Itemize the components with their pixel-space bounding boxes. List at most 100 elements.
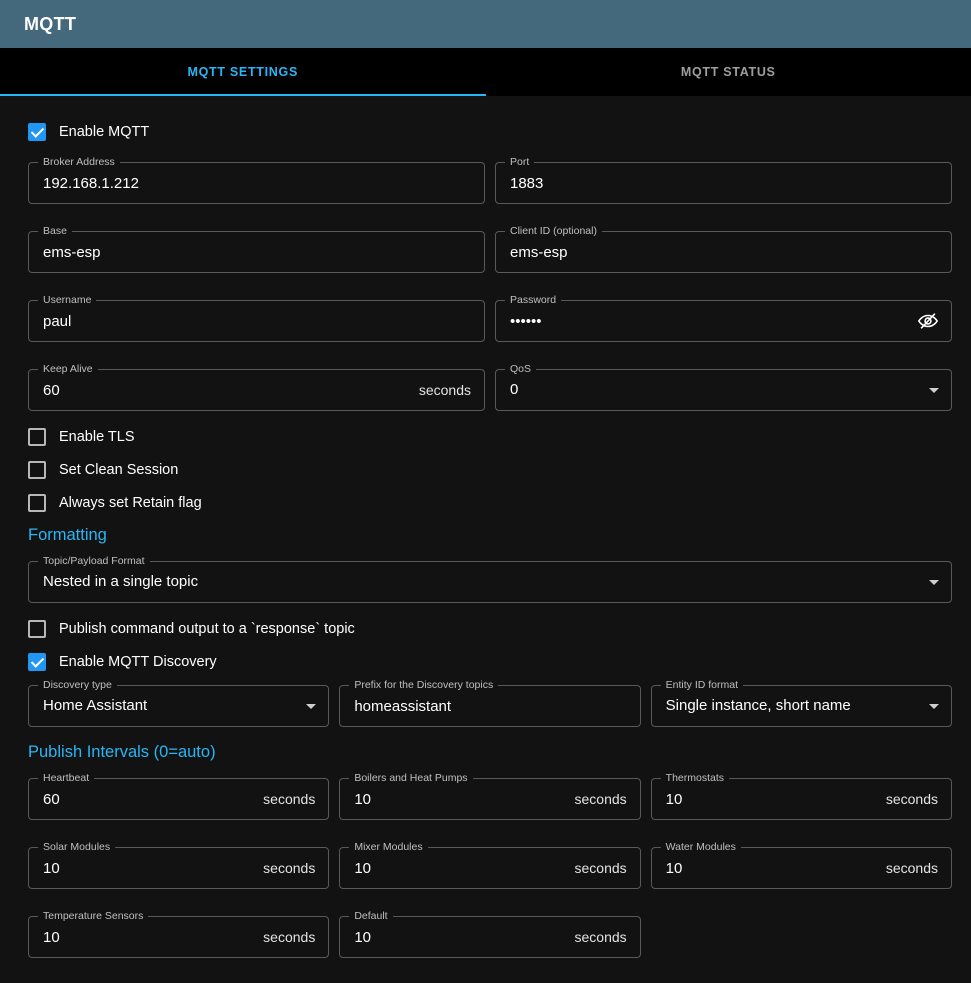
qos-select[interactable]: QoS 0 [495,369,952,411]
enable-tls-checkbox-row[interactable]: Enable TLS [28,427,952,447]
thermostats-field[interactable]: Thermostats seconds [651,778,952,820]
topic-format-select[interactable]: Topic/Payload Format Nested in a single … [28,561,952,603]
keepalive-qos-row: Keep Alive seconds QoS 0 [28,369,952,411]
checkbox-label: Set Clean Session [59,462,178,478]
tab-label: MQTT STATUS [681,65,776,79]
checkbox-icon[interactable] [28,428,46,446]
checkbox-label: Enable TLS [59,429,135,445]
tab-mqtt-status[interactable]: MQTT STATUS [486,48,971,96]
broker-address-field[interactable]: Broker Address [28,162,485,204]
solar-modules-field[interactable]: Solar Modules seconds [28,847,329,889]
field-label: Entity ID format [661,679,743,692]
field-label: Default [349,910,392,923]
visibility-off-icon[interactable] [915,308,941,334]
checkbox-icon[interactable] [28,461,46,479]
app-header: MQTT [0,0,971,48]
base-input[interactable] [29,232,484,272]
checkbox-label: Enable MQTT Discovery [59,654,217,670]
thermostats-input[interactable] [652,779,951,819]
field-label: Keep Alive [38,363,98,376]
chevron-down-icon [929,704,939,709]
checkbox-icon[interactable] [28,494,46,512]
field-label: Topic/Payload Format [38,555,150,568]
port-input[interactable] [496,163,951,203]
field-label: Client ID (optional) [505,225,602,238]
retain-flag-checkbox-row[interactable]: Always set Retain flag [28,493,952,513]
base-field[interactable]: Base [28,231,485,273]
tab-bar: MQTT SETTINGS MQTT STATUS [0,48,971,96]
chevron-down-icon [929,580,939,585]
field-label: Boilers and Heat Pumps [349,772,472,785]
topic-format-row: Topic/Payload Format Nested in a single … [28,561,952,603]
username-input[interactable] [29,301,484,341]
keep-alive-input[interactable] [29,370,484,410]
checkbox-icon[interactable] [28,653,46,671]
tab-mqtt-settings[interactable]: MQTT SETTINGS [0,48,486,96]
field-label: Heartbeat [38,772,94,785]
password-input[interactable] [496,301,951,341]
discovery-prefix-field[interactable]: Prefix for the Discovery topics [339,685,640,727]
discovery-prefix-input[interactable] [340,686,639,726]
field-label: Prefix for the Discovery topics [349,679,498,692]
password-field[interactable]: Password [495,300,952,342]
select-value: 0 [496,370,951,410]
temperature-sensors-field[interactable]: Temperature Sensors seconds [28,916,329,958]
mixer-modules-input[interactable] [340,848,639,888]
default-interval-input[interactable] [340,917,639,957]
publish-response-checkbox-row[interactable]: Publish command output to a `response` t… [28,619,952,639]
credentials-row: Username Password [28,300,952,342]
field-label: Port [505,156,534,169]
heartbeat-input[interactable] [29,779,328,819]
checkbox-icon[interactable] [28,123,46,141]
boilers-field[interactable]: Boilers and Heat Pumps seconds [339,778,640,820]
formatting-section-title: Formatting [28,526,952,545]
broker-address-input[interactable] [29,163,484,203]
keep-alive-field[interactable]: Keep Alive seconds [28,369,485,411]
mixer-modules-field[interactable]: Mixer Modules seconds [339,847,640,889]
chevron-down-icon [306,704,316,709]
field-label: Mixer Modules [349,841,427,854]
enable-mqtt-checkbox-row[interactable]: Enable MQTT [28,122,952,142]
discovery-type-select[interactable]: Discovery type Home Assistant [28,685,329,727]
intervals-row-1: Heartbeat seconds Boilers and Heat Pumps… [28,778,952,820]
select-value: Single instance, short name [652,686,951,726]
clean-session-checkbox-row[interactable]: Set Clean Session [28,460,952,480]
page-title: MQTT [24,14,76,35]
temperature-sensors-input[interactable] [29,917,328,957]
heartbeat-field[interactable]: Heartbeat seconds [28,778,329,820]
field-label: QoS [505,363,536,376]
field-label: Discovery type [38,679,117,692]
field-label: Broker Address [38,156,120,169]
checkbox-label: Enable MQTT [59,124,149,140]
field-label: Water Modules [661,841,741,854]
empty-cell [651,916,952,958]
enable-discovery-checkbox-row[interactable]: Enable MQTT Discovery [28,652,952,672]
username-field[interactable]: Username [28,300,485,342]
mqtt-settings-page: MQTT MQTT SETTINGS MQTT STATUS Enable MQ… [0,0,971,975]
client-id-input[interactable] [496,232,951,272]
select-value: Nested in a single topic [29,562,951,602]
field-label: Solar Modules [38,841,115,854]
settings-form: Enable MQTT Broker Address Port Base Cli… [0,96,971,975]
discovery-row: Discovery type Home Assistant Prefix for… [28,685,952,727]
checkbox-icon[interactable] [28,620,46,638]
tab-label: MQTT SETTINGS [188,65,299,79]
select-value: Home Assistant [29,686,328,726]
base-clientid-row: Base Client ID (optional) [28,231,952,273]
solar-modules-input[interactable] [29,848,328,888]
port-field[interactable]: Port [495,162,952,204]
boilers-input[interactable] [340,779,639,819]
water-modules-field[interactable]: Water Modules seconds [651,847,952,889]
water-modules-input[interactable] [652,848,951,888]
default-interval-field[interactable]: Default seconds [339,916,640,958]
field-label: Temperature Sensors [38,910,148,923]
client-id-field[interactable]: Client ID (optional) [495,231,952,273]
checkbox-label: Always set Retain flag [59,495,202,511]
checkbox-label: Publish command output to a `response` t… [59,621,355,637]
field-label: Password [505,294,561,307]
entity-id-format-select[interactable]: Entity ID format Single instance, short … [651,685,952,727]
broker-port-row: Broker Address Port [28,162,952,204]
chevron-down-icon [929,388,939,393]
field-label: Base [38,225,72,238]
field-label: Thermostats [661,772,729,785]
